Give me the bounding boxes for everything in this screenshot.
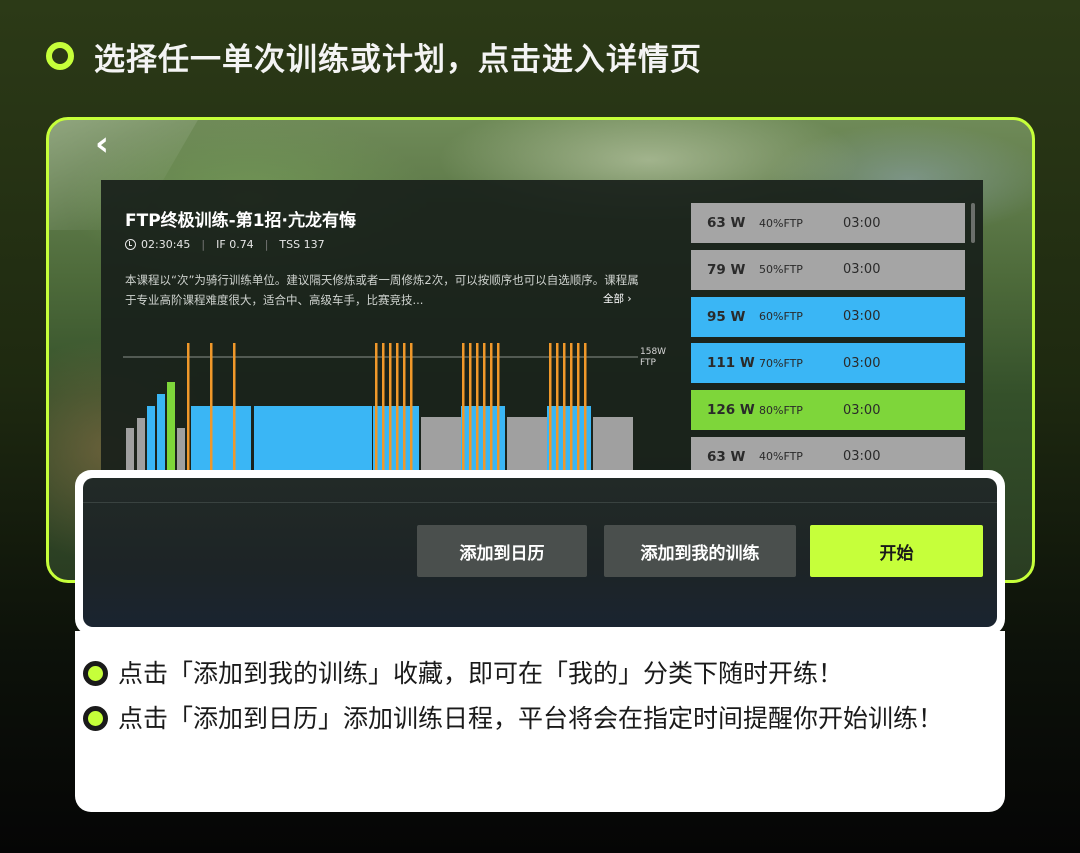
headline-text: 选择任一单次训练或计划，点击进入详情页: [94, 41, 702, 78]
chart-spike: [556, 343, 559, 470]
course-duration: 02:30:45: [141, 238, 191, 251]
interval-time: 03:00: [843, 449, 881, 465]
tip-bullet-icon: [83, 661, 108, 686]
chart-spike: [375, 343, 378, 470]
chart-spike: [577, 343, 580, 470]
interval-watts: 63 W: [707, 215, 746, 231]
chart-spike: [187, 343, 190, 470]
interval-time: 03:00: [843, 355, 881, 371]
chart-spike: [483, 343, 486, 470]
chart-bar: [126, 428, 134, 470]
course-if: IF 0.74: [216, 238, 254, 251]
interval-ftp: 80%FTP: [759, 403, 803, 417]
headline-bullet-icon: [46, 42, 74, 70]
chart-spike: [233, 343, 236, 470]
workout-power-chart: 158W FTP: [123, 343, 666, 470]
chart-spike: [410, 343, 413, 470]
back-arrow-icon[interactable]: ‹: [95, 124, 109, 164]
tips-card: 点击「添加到我的训练」收藏，即可在「我的」分类下随时开练！ 点击「添加到日历」添…: [75, 631, 1005, 812]
headline: 选择任一单次训练或计划，点击进入详情页: [46, 34, 702, 78]
chart-spike: [469, 343, 472, 470]
interval-watts: 126 W: [707, 402, 755, 419]
interval-watts: 95 W: [707, 308, 746, 325]
ftp-line-label: 158W: [640, 347, 666, 357]
interval-ftp: 40%FTP: [759, 216, 803, 230]
course-description: 本课程以“次”为骑行训练单位。建议隔天修炼或者一周修炼2次，可以按顺序也可以自选…: [125, 273, 639, 307]
chart-spike: [389, 343, 392, 470]
add-to-calendar-button[interactable]: 添加到日历: [417, 525, 587, 577]
interval-row[interactable]: 79 W 50%FTP 03:00: [691, 249, 965, 290]
chart-bar: [157, 394, 165, 470]
divider: [83, 502, 997, 503]
chart-spike: [490, 343, 493, 470]
ftp-line-sublabel: FTP: [640, 358, 657, 368]
interval-watts: 63 W: [707, 448, 746, 465]
chart-spike: [549, 343, 552, 470]
interval-ftp: 40%FTP: [759, 450, 803, 464]
start-button[interactable]: 开始: [810, 525, 983, 577]
chevron-right-icon: ›: [624, 293, 632, 305]
interval-time: 03:00: [843, 215, 881, 231]
tip-item: 点击「添加到我的训练」收藏，即可在「我的」分类下随时开练！: [83, 651, 1005, 696]
interval-list[interactable]: 63 W 40%FTP 03:00 79 W 50%FTP 03:00 95 W 60%FTP…: [691, 203, 965, 484]
chart-spike: [584, 343, 587, 470]
chart-bar: [593, 417, 633, 470]
chart-bar: [507, 417, 547, 470]
interval-ftp: 70%FTP: [759, 356, 803, 370]
course-tss: TSS 137: [279, 238, 325, 251]
chart-bar: [167, 382, 175, 470]
interval-time: 03:00: [843, 262, 881, 278]
chart-spike: [210, 343, 213, 470]
interval-time: 03:00: [843, 402, 881, 418]
add-to-my-training-button[interactable]: 添加到我的训练: [604, 525, 796, 577]
chart-bar: [177, 428, 185, 470]
show-all-link[interactable]: 全部 ›: [603, 291, 632, 306]
interval-time: 03:00: [843, 309, 881, 325]
chart-spike: [382, 343, 385, 470]
interval-scrollbar[interactable]: [971, 203, 975, 243]
chart-bar: [191, 406, 251, 470]
actions-zoom-card: 添加到日历 添加到我的训练 开始: [75, 470, 1005, 635]
chart-spike: [497, 343, 500, 470]
chart-bar: [147, 406, 155, 470]
interval-ftp: 50%FTP: [759, 263, 803, 277]
course-title: FTP终极训练-第1招·亢龙有悔: [125, 211, 357, 231]
tip-item: 点击「添加到日历」添加训练日程，平台将会在指定时间提醒你开始训练！: [83, 696, 1005, 741]
chart-spike: [570, 343, 573, 470]
clock-icon: [125, 239, 136, 250]
chart-spike: [563, 343, 566, 470]
course-meta: 02:30:45 | IF 0.74 | TSS 137: [125, 238, 325, 251]
interval-row[interactable]: 63 W 40%FTP 03:00: [691, 203, 965, 243]
interval-row[interactable]: 95 W 60%FTP 03:00: [691, 296, 965, 337]
interval-row[interactable]: 111 W 70%FTP 03:00: [691, 343, 965, 384]
chart-bar: [254, 406, 372, 470]
interval-watts: 79 W: [707, 261, 746, 278]
chart-spike: [396, 343, 399, 470]
chart-spike: [462, 343, 465, 470]
chart-bar: [137, 418, 145, 470]
interval-watts: 111 W: [707, 355, 755, 372]
chart-spike: [403, 343, 406, 470]
chart-bar: [421, 417, 461, 470]
interval-row[interactable]: 126 W 80%FTP 03:00: [691, 390, 965, 431]
interval-ftp: 60%FTP: [759, 310, 803, 324]
tip-bullet-icon: [83, 706, 108, 731]
chart-spike: [476, 343, 479, 470]
